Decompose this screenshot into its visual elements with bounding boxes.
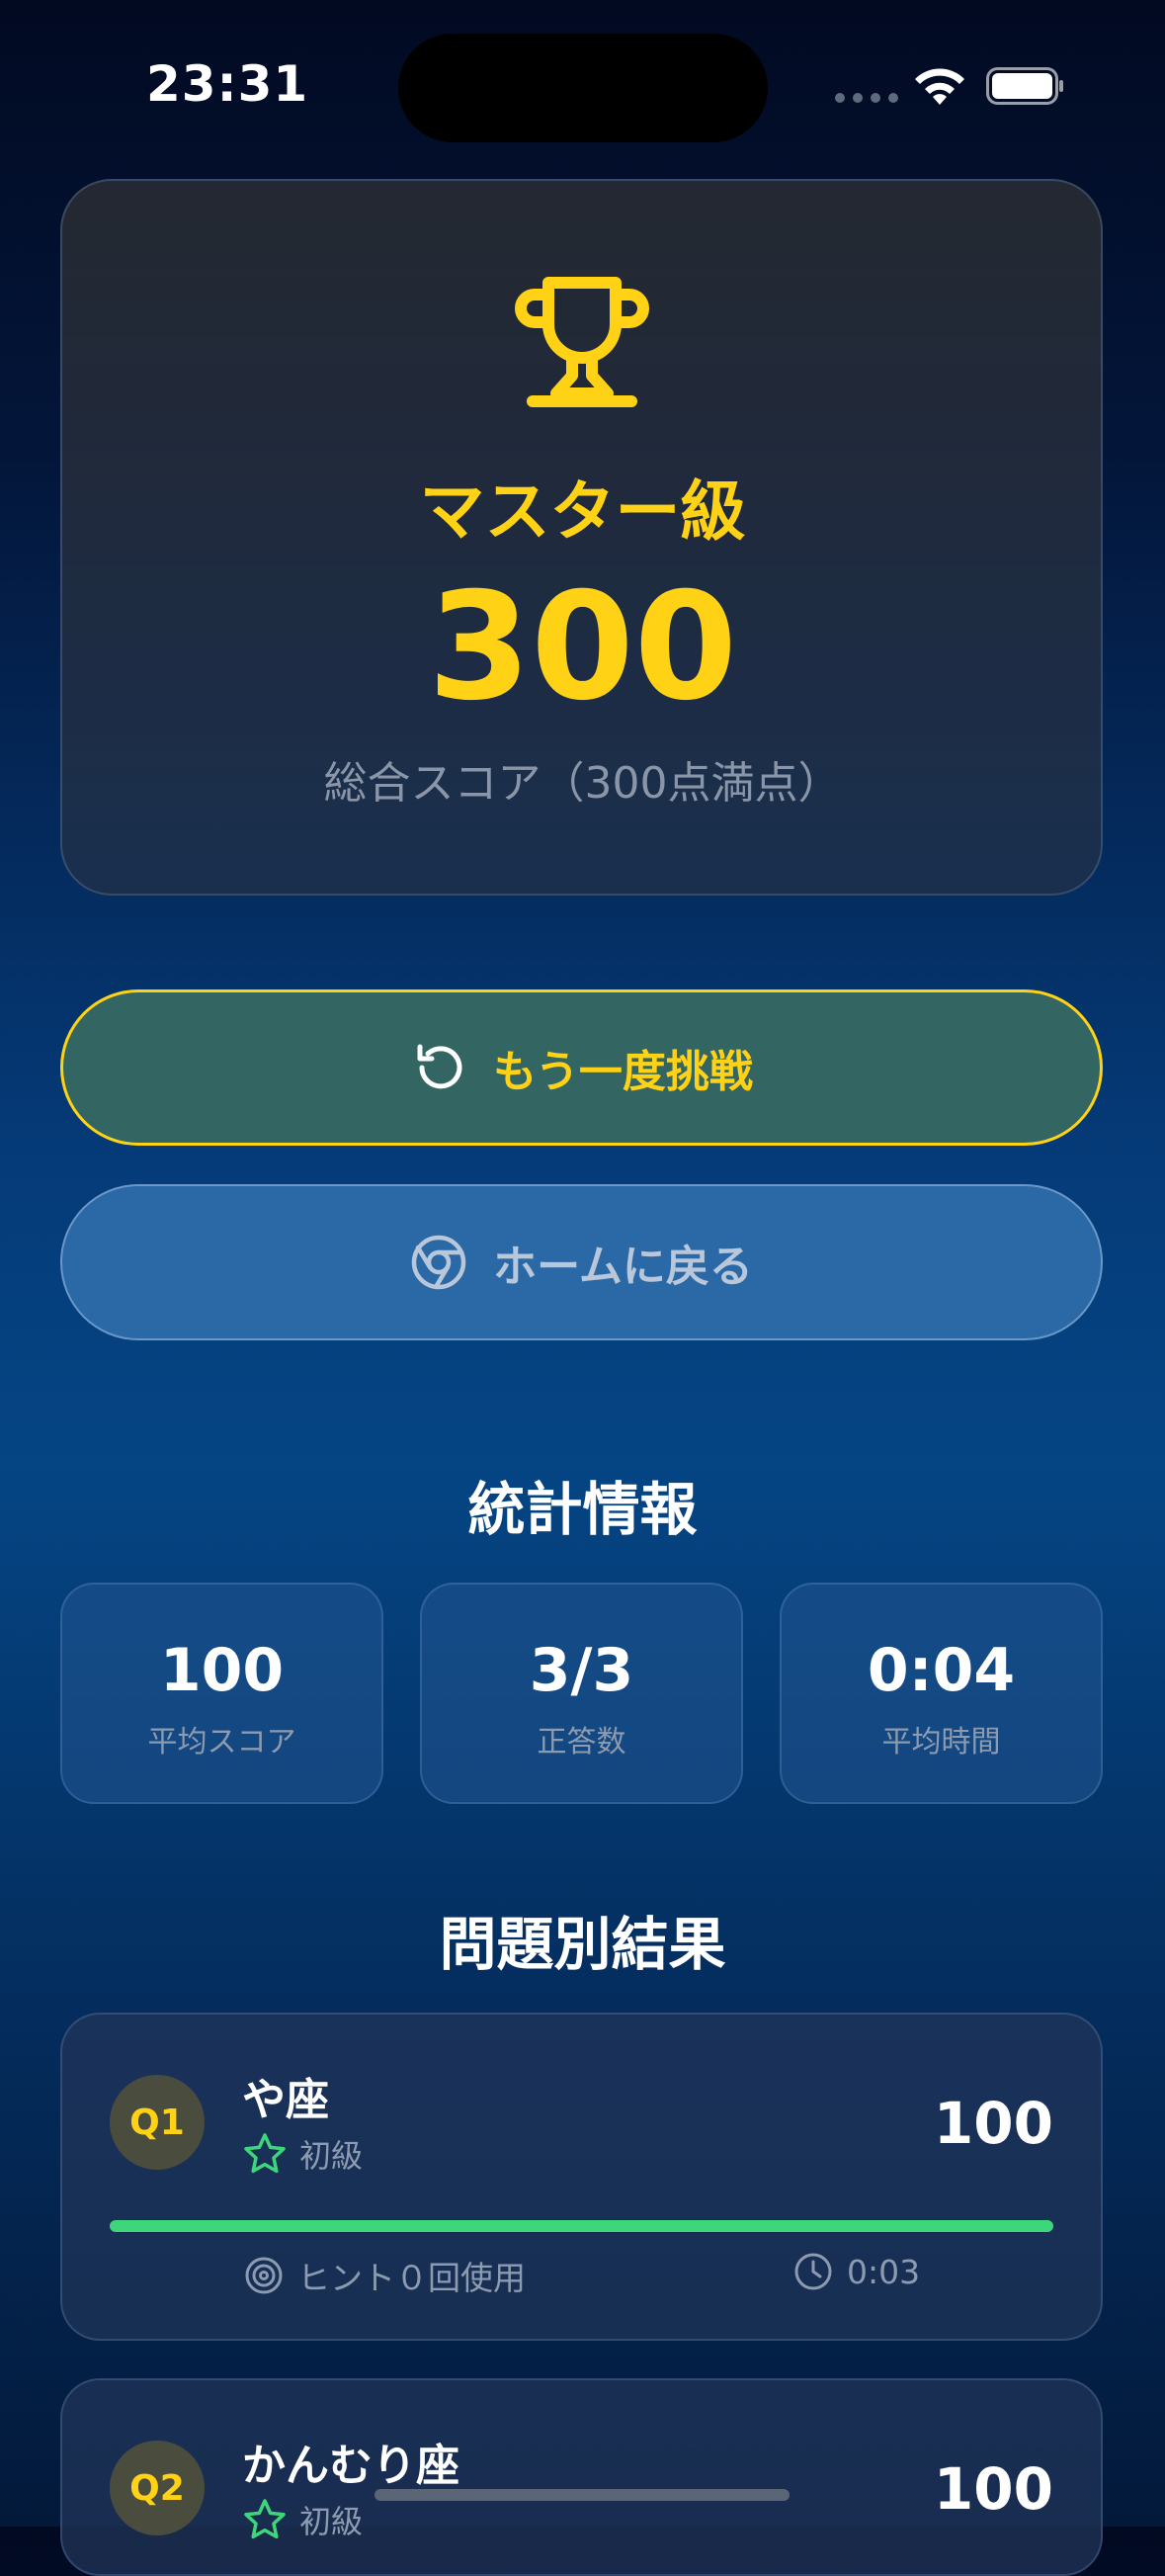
dynamic-island	[398, 34, 768, 142]
home-icon	[411, 1235, 466, 1290]
question-badge: Q1	[110, 2075, 205, 2170]
hint-usage-text: ヒント０回使用	[297, 2259, 526, 2297]
answer-time: 0:03	[793, 2252, 920, 2291]
home-indicator[interactable]	[374, 2489, 790, 2501]
stat-value: 3/3	[529, 1636, 634, 1705]
star-icon	[244, 2499, 286, 2539]
retry-label: もう一度挑戦	[493, 1047, 753, 1097]
stat-label: 正答数	[537, 1725, 626, 1760]
question-level-label: 初級	[299, 2503, 364, 2540]
question-progress-fill	[110, 2220, 1053, 2232]
wifi-icon	[915, 68, 964, 105]
retry-button[interactable]: もう一度挑戦	[60, 989, 1103, 1146]
question-result-card[interactable]: Q2 かんむり座 初級 100	[60, 2378, 1103, 2576]
hint-usage: ヒント０回使用	[244, 2252, 526, 2299]
question-score: 100	[933, 2090, 1053, 2157]
question-badge: Q2	[110, 2441, 205, 2535]
stat-correct-count: 3/3 正答数	[420, 1583, 743, 1804]
question-level: 初級	[242, 2131, 363, 2177]
stat-value: 100	[159, 1636, 285, 1705]
answer-time-text: 0:03	[847, 2252, 921, 2291]
stat-average-score: 100 平均スコア	[60, 1583, 383, 1804]
question-result-card[interactable]: Q1 や座 初級 100 ヒント０回使用 0:03	[60, 2013, 1103, 2341]
question-name: かんむり座	[242, 2441, 459, 2491]
question-progress-bar	[110, 2220, 1053, 2232]
total-score: 300	[427, 561, 738, 733]
stat-value: 0:04	[867, 1636, 1016, 1705]
questions-title: 問題別結果	[439, 1911, 726, 1978]
question-level-label: 初級	[299, 2137, 364, 2175]
clock-icon	[794, 2253, 832, 2290]
star-icon	[244, 2133, 286, 2174]
stat-label: 平均スコア	[147, 1725, 296, 1760]
status-time: 23:31	[146, 55, 309, 113]
score-caption: 総合スコア（300点満点）	[323, 758, 842, 809]
cellular-signal-icon	[835, 93, 898, 103]
retry-icon	[417, 1044, 462, 1089]
home-button[interactable]: ホームに戻る	[60, 1184, 1103, 1340]
question-level: 初級	[242, 2497, 363, 2542]
battery-icon	[986, 67, 1063, 105]
trophy-icon	[515, 277, 649, 407]
home-label: ホームに戻る	[493, 1242, 753, 1292]
question-name: や座	[242, 2075, 329, 2125]
level-title: マスター級	[419, 473, 746, 550]
stat-label: 平均時間	[881, 1725, 1001, 1760]
stats-title: 統計情報	[467, 1476, 698, 1543]
question-score: 100	[933, 2455, 1053, 2523]
stat-average-time: 0:04 平均時間	[780, 1583, 1103, 1804]
target-icon	[245, 2257, 283, 2294]
